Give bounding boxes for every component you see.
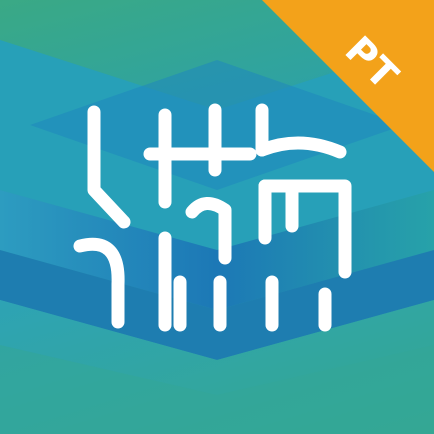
app-icon[interactable]: PT [0,0,434,434]
